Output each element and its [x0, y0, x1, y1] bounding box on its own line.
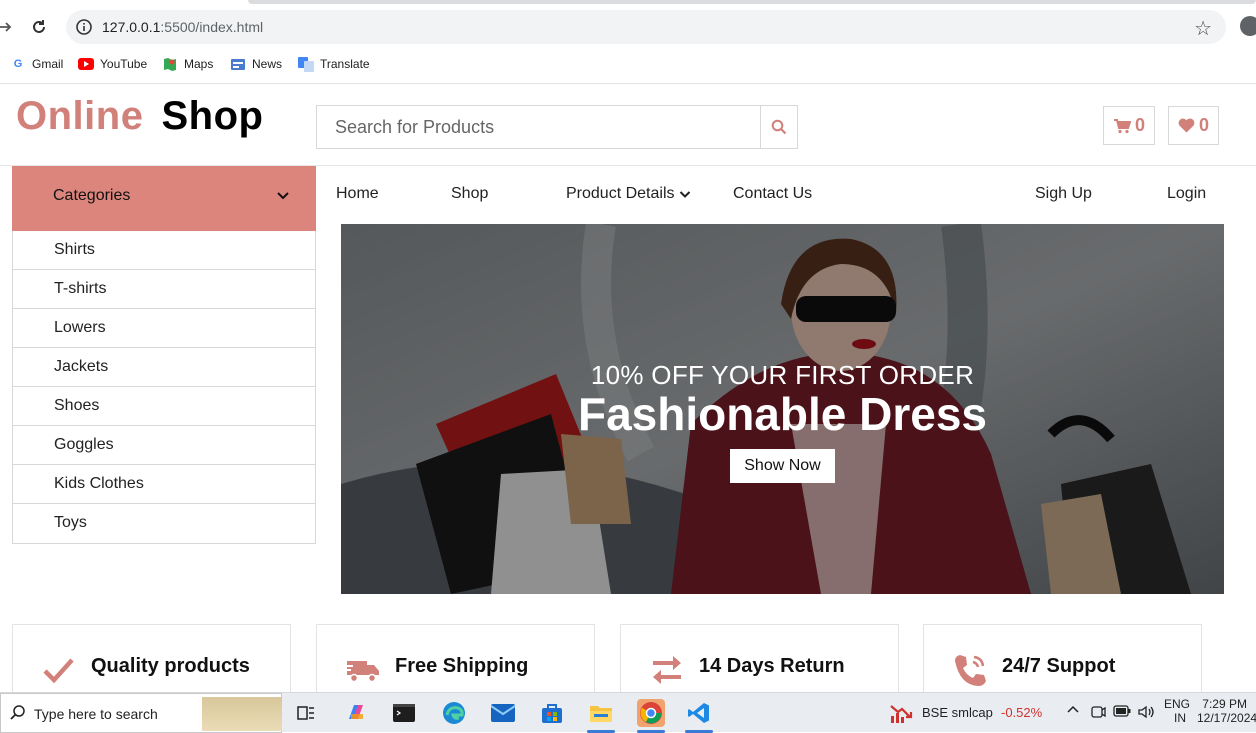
- windows-taskbar: Type here to search BSE smlcap -0.52% EN…: [0, 692, 1256, 733]
- stock-chart-icon[interactable]: [888, 699, 914, 727]
- feature-label: Free Shipping: [395, 655, 529, 677]
- store-icon[interactable]: [538, 699, 566, 727]
- product-search: [316, 105, 798, 149]
- cart-button[interactable]: 0: [1103, 106, 1155, 145]
- terminal-icon[interactable]: [390, 699, 418, 727]
- category-item[interactable]: Jackets: [13, 348, 315, 387]
- region-code: IN: [1174, 711, 1186, 725]
- exchange-icon: [653, 656, 681, 684]
- vscode-icon[interactable]: [685, 699, 713, 733]
- phone-icon: [955, 655, 986, 686]
- site-logo[interactable]: Online Shop: [16, 94, 263, 139]
- copilot-icon[interactable]: [342, 699, 370, 727]
- category-item[interactable]: Shoes: [13, 387, 315, 426]
- nav-shop[interactable]: Shop: [451, 185, 488, 203]
- file-explorer-icon[interactable]: [587, 699, 615, 733]
- wishlist-button[interactable]: 0: [1168, 106, 1219, 145]
- logo-part-online: Online: [16, 94, 144, 138]
- bookmark-youtube[interactable]: YouTube: [78, 56, 147, 72]
- search-highlight-image: [202, 697, 282, 731]
- reload-icon[interactable]: [26, 14, 52, 40]
- nav-contact[interactable]: Contact Us: [733, 185, 812, 203]
- chevron-down-icon: [679, 191, 690, 198]
- category-item[interactable]: Shirts: [13, 231, 315, 270]
- bookmark-news[interactable]: News: [230, 56, 282, 72]
- hero-banner: 10% OFF YOUR FIRST ORDER Fashionable Dre…: [341, 224, 1224, 594]
- tab-strip: [248, 0, 1256, 4]
- feature-label: 24/7 Suppot: [1002, 655, 1116, 677]
- language-indicator[interactable]: ENG IN: [1164, 697, 1190, 725]
- edge-icon[interactable]: [440, 699, 468, 727]
- clock-date: 12/17/2024: [1197, 711, 1256, 725]
- stock-change: -0.52%: [1001, 705, 1043, 720]
- browser-chrome: 127.0.0.1:5500/index.html ☆ G Gmail YouTu…: [0, 0, 1256, 84]
- category-item[interactable]: T-shirts: [13, 270, 315, 309]
- youtube-icon: [78, 56, 94, 72]
- address-bar[interactable]: 127.0.0.1:5500/index.html ☆: [66, 10, 1226, 44]
- translate-icon: [298, 56, 314, 72]
- bookmarks-bar: G Gmail YouTube Maps News Translate: [0, 52, 1256, 76]
- stock-name[interactable]: BSE smlcap: [922, 705, 993, 720]
- chevron-up-icon[interactable]: [1066, 703, 1080, 720]
- bookmark-translate[interactable]: Translate: [298, 56, 370, 72]
- site-info-icon[interactable]: [74, 17, 94, 37]
- bookmark-star-icon[interactable]: ☆: [1194, 16, 1212, 41]
- category-item[interactable]: Goggles: [13, 426, 315, 465]
- logo-part-shop: Shop: [161, 94, 264, 138]
- categories-toggle[interactable]: Categories: [12, 166, 316, 231]
- wishlist-count: 0: [1198, 115, 1209, 135]
- nav-product-details[interactable]: Product Details: [566, 185, 691, 203]
- category-item[interactable]: Kids Clothes: [13, 465, 315, 504]
- cart-count: 0: [1134, 115, 1145, 135]
- clock[interactable]: 7:29 PM 12/17/2024: [1197, 697, 1256, 725]
- battery-icon[interactable]: [1113, 705, 1131, 720]
- search-icon: [771, 119, 787, 135]
- profile-avatar[interactable]: [1240, 16, 1256, 36]
- feature-label: 14 Days Return: [699, 655, 845, 677]
- chevron-down-icon: [277, 192, 289, 200]
- task-view-icon[interactable]: [292, 699, 320, 727]
- url-text: 127.0.0.1:5500/index.html: [102, 19, 264, 35]
- bookmark-maps[interactable]: Maps: [162, 56, 213, 72]
- taskbar-search[interactable]: Type here to search: [0, 693, 282, 733]
- maps-icon: [162, 56, 178, 72]
- volume-icon[interactable]: [1137, 704, 1155, 723]
- category-item[interactable]: Lowers: [13, 309, 315, 348]
- search-input[interactable]: [317, 106, 761, 148]
- chrome-icon[interactable]: [637, 699, 665, 733]
- forward-icon[interactable]: [0, 14, 18, 40]
- bookmark-gmail[interactable]: G Gmail: [10, 56, 64, 72]
- nav-product-details-label: Product Details: [566, 185, 675, 202]
- check-icon: [43, 658, 74, 684]
- category-list: Shirts T-shirts Lowers Jackets Shoes Gog…: [12, 231, 316, 544]
- nav-signup[interactable]: Sigh Up: [1035, 185, 1092, 203]
- feature-label: Quality products: [91, 655, 250, 677]
- clock-time: 7:29 PM: [1202, 697, 1247, 711]
- truck-icon: [345, 661, 379, 683]
- nav-login[interactable]: Login: [1167, 185, 1206, 203]
- mail-icon[interactable]: [489, 699, 517, 727]
- show-now-button[interactable]: Show Now: [730, 449, 835, 483]
- taskbar-search-placeholder: Type here to search: [34, 706, 158, 722]
- lang-code: ENG: [1164, 697, 1191, 711]
- news-icon: [230, 56, 246, 72]
- search-button[interactable]: [760, 106, 797, 148]
- search-icon: [10, 705, 25, 720]
- category-item[interactable]: Toys: [13, 504, 315, 543]
- heart-icon: [1178, 118, 1195, 133]
- categories-label: Categories: [53, 187, 131, 204]
- google-icon: G: [13, 58, 23, 70]
- nav-home[interactable]: Home: [336, 185, 379, 203]
- hero-title: Fashionable Dress: [577, 388, 988, 440]
- cart-icon: [1113, 118, 1131, 133]
- meet-now-icon[interactable]: [1090, 704, 1106, 723]
